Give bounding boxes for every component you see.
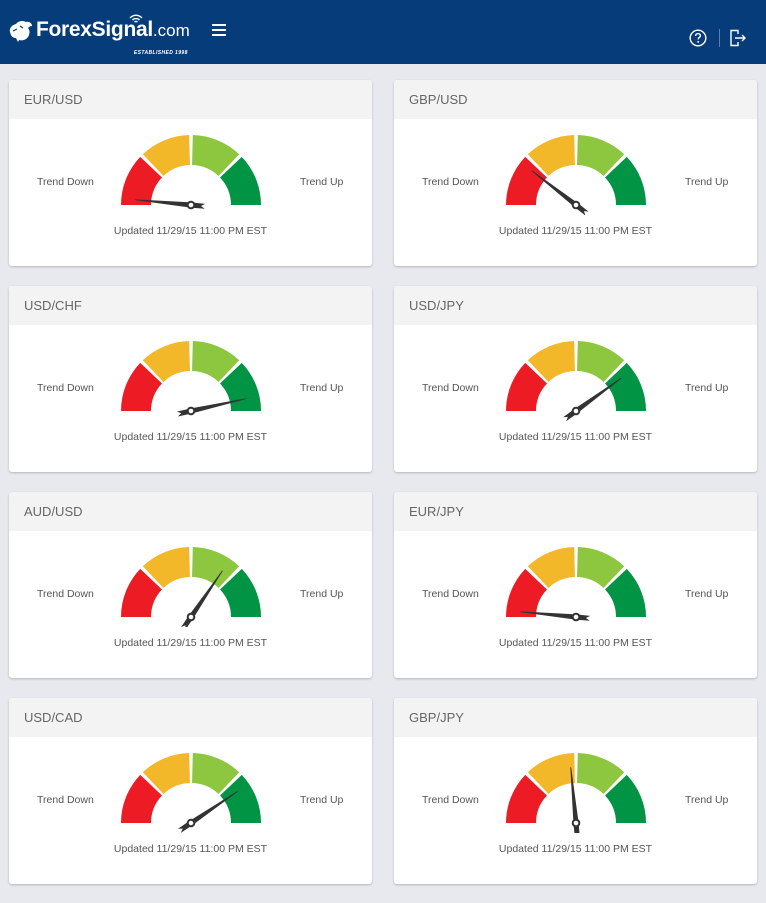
trend-gauge	[506, 547, 646, 622]
updated-timestamp: Updated 11/29/15 11:00 PM EST	[113, 637, 268, 649]
currency-pair-title: GBP/JPY	[394, 698, 757, 737]
trend-down-label: Trend Down	[422, 176, 479, 188]
currency-card-gbp-jpy: GBP/JPY Trend Down Trend Up Updated 11/2…	[394, 698, 757, 884]
hamburger-menu-icon-bar	[212, 34, 226, 36]
trend-down-label: Trend Down	[422, 382, 479, 394]
gauge-needle-pointer	[531, 170, 589, 215]
trend-gauge	[121, 135, 261, 210]
trend-gauge	[506, 135, 646, 215]
currency-pair-title: AUD/USD	[9, 492, 372, 531]
card-body: Trend Down Trend Up Updated 11/29/15 11:…	[394, 325, 757, 472]
help-icon[interactable]	[689, 29, 707, 47]
trend-down-label: Trend Down	[37, 382, 94, 394]
hamburger-menu-icon-bar	[212, 24, 226, 26]
gauge-needle	[531, 170, 589, 215]
logo-wordmark: ForexSignal.com ESTABLISHED 1998	[36, 14, 190, 56]
trend-gauge	[121, 547, 261, 627]
updated-timestamp: Updated 11/29/15 11:00 PM EST	[113, 225, 268, 237]
currency-pair-title: GBP/USD	[394, 80, 757, 119]
gauge-needle-hub	[186, 406, 196, 416]
currency-pair-title: USD/JPY	[394, 286, 757, 325]
trend-down-label: Trend Down	[37, 794, 94, 806]
gauge-needle-hub	[186, 200, 196, 210]
currency-card-aud-usd: AUD/USD Trend Down Trend Up Updated 11/2…	[9, 492, 372, 678]
gauge-needle-pointer	[563, 377, 622, 421]
trend-gauge	[121, 341, 261, 417]
updated-timestamp: Updated 11/29/15 11:00 PM EST	[498, 225, 653, 237]
card-body: Trend Down Trend Up Updated 11/29/15 11:…	[9, 737, 372, 884]
card-body: Trend Down Trend Up Updated 11/29/15 11:…	[394, 737, 757, 884]
trend-up-label: Trend Up	[300, 176, 344, 188]
trend-up-label: Trend Up	[685, 176, 729, 188]
bull-head-icon	[9, 20, 32, 42]
trend-gauge	[506, 341, 646, 421]
currency-pair-title: USD/CAD	[9, 698, 372, 737]
card-body: Trend Down Trend Up Updated 11/29/15 11:…	[394, 119, 757, 266]
trend-up-label: Trend Up	[685, 794, 729, 806]
hamburger-menu-icon-bar	[212, 29, 226, 31]
currency-card-eur-usd: EUR/USD Trend Down Trend Up Updated 11/2…	[9, 80, 372, 266]
trend-gauge	[506, 753, 646, 833]
top-navigation-bar: ForexSignal.com ESTABLISHED 1998	[0, 0, 766, 64]
trend-down-label: Trend Down	[37, 588, 94, 600]
card-body: Trend Down Trend Up Updated 11/29/15 11:…	[394, 531, 757, 678]
card-body: Trend Down Trend Up Updated 11/29/15 11:…	[9, 119, 372, 266]
currency-card-eur-jpy: EUR/JPY Trend Down Trend Up Updated 11/2…	[394, 492, 757, 678]
trend-gauge	[121, 753, 261, 833]
trend-up-label: Trend Up	[300, 382, 344, 394]
trend-up-label: Trend Up	[300, 588, 344, 600]
trend-down-label: Trend Down	[422, 588, 479, 600]
currency-card-usd-chf: USD/CHF Trend Down Trend Up Updated 11/2…	[9, 286, 372, 472]
trend-down-label: Trend Down	[37, 176, 94, 188]
currency-card-gbp-usd: GBP/USD Trend Down Trend Up Updated 11/2…	[394, 80, 757, 266]
updated-timestamp: Updated 11/29/15 11:00 PM EST	[498, 637, 653, 649]
updated-timestamp: Updated 11/29/15 11:00 PM EST	[113, 843, 268, 855]
logo-tagline: ESTABLISHED 1998	[133, 50, 188, 56]
forexsignal-logo[interactable]: ForexSignal.com ESTABLISHED 1998	[8, 12, 190, 56]
currency-pair-title: USD/CHF	[9, 286, 372, 325]
currency-card-usd-jpy: USD/JPY Trend Down Trend Up Updated 11/2…	[394, 286, 757, 472]
currency-pair-title: EUR/JPY	[394, 492, 757, 531]
trend-up-label: Trend Up	[685, 382, 729, 394]
trend-up-label: Trend Up	[300, 794, 344, 806]
trend-down-label: Trend Down	[422, 794, 479, 806]
gauge-needle-hub	[571, 612, 581, 622]
signal-waves-icon	[129, 14, 143, 23]
header-divider	[719, 29, 720, 47]
card-body: Trend Down Trend Up Updated 11/29/15 11:…	[9, 531, 372, 678]
trend-up-label: Trend Up	[685, 588, 729, 600]
card-body: Trend Down Trend Up Updated 11/29/15 11:…	[9, 325, 372, 472]
updated-timestamp: Updated 11/29/15 11:00 PM EST	[498, 843, 653, 855]
updated-timestamp: Updated 11/29/15 11:00 PM EST	[498, 431, 653, 443]
gauge-needle-hub	[571, 818, 581, 828]
currency-card-usd-cad: USD/CAD Trend Down Trend Up Updated 11/2…	[9, 698, 372, 884]
updated-timestamp: Updated 11/29/15 11:00 PM EST	[113, 431, 268, 443]
hamburger-menu-button[interactable]	[212, 24, 230, 40]
currency-pair-title: EUR/USD	[9, 80, 372, 119]
logo-suffix: .com	[152, 21, 190, 40]
logout-icon[interactable]	[729, 29, 747, 47]
